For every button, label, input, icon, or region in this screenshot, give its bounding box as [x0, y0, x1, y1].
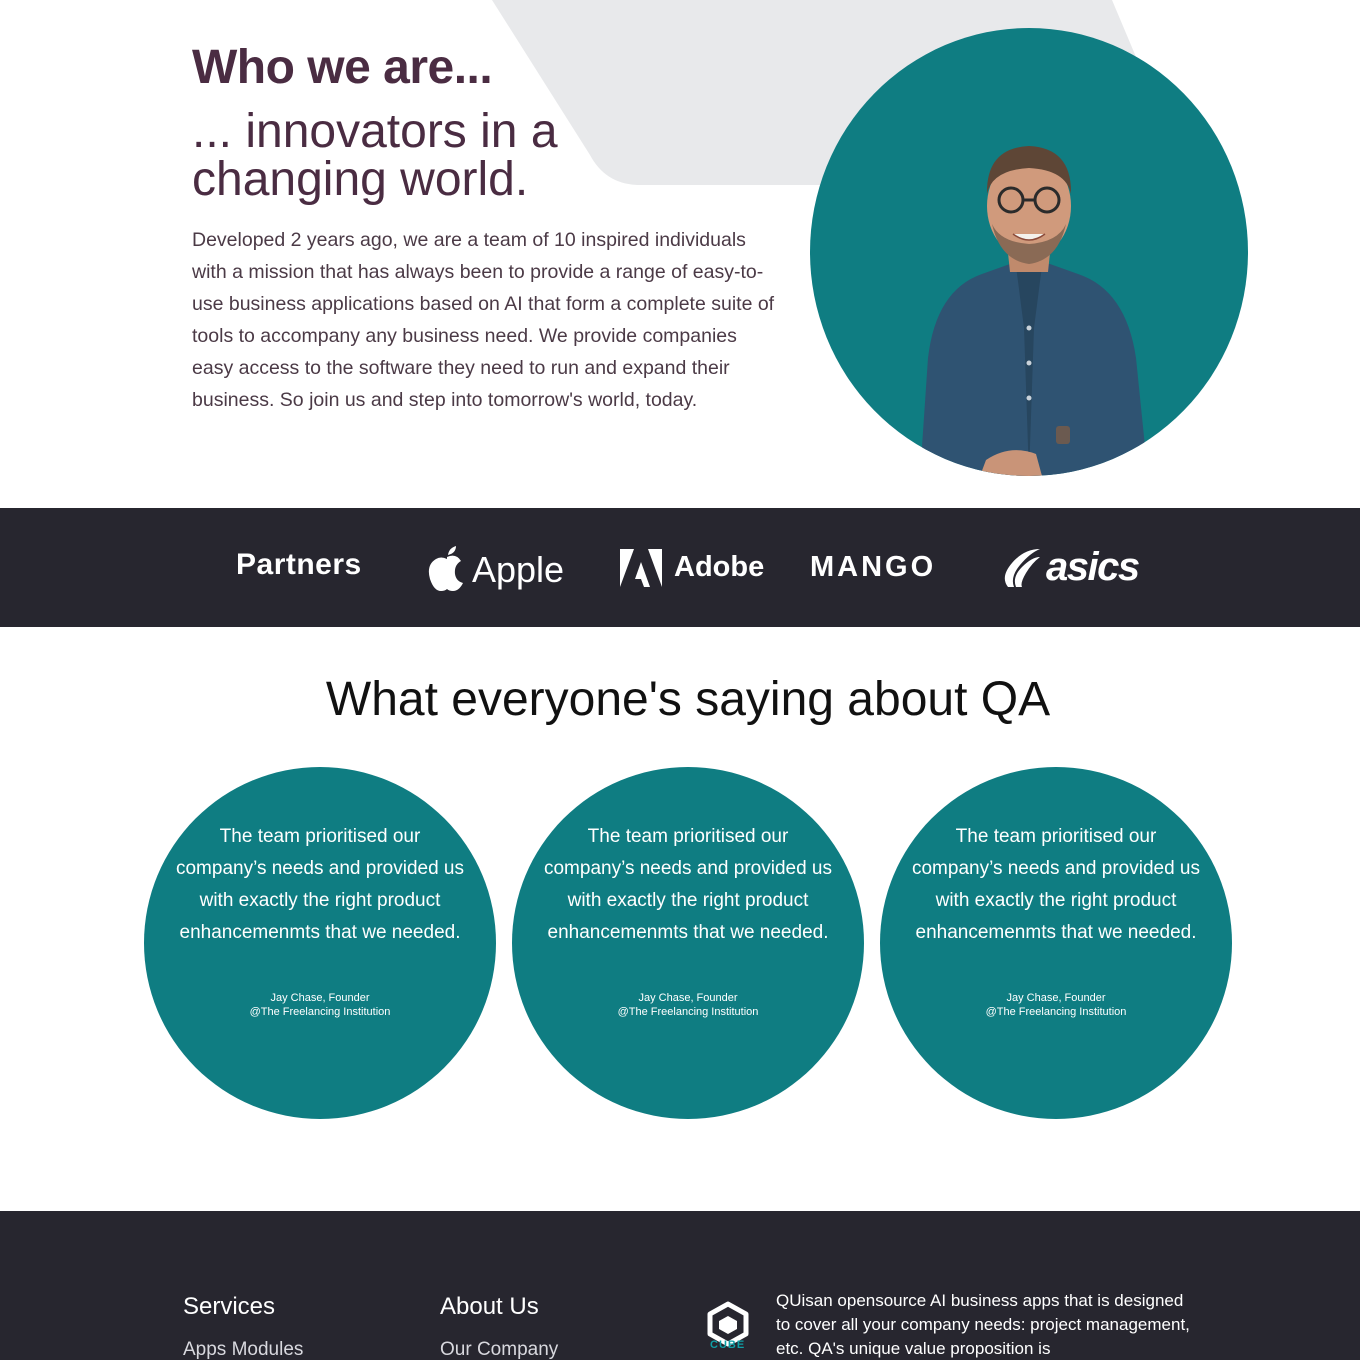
- footer-link-apps-modules[interactable]: Apps Modules: [183, 1339, 303, 1360]
- apple-logo[interactable]: Apple: [428, 508, 564, 627]
- apple-icon: [428, 545, 463, 591]
- asics-logo[interactable]: asics: [1002, 508, 1140, 627]
- testimonial-author: Jay Chase, Founder: [638, 992, 738, 1004]
- testimonials-title: What everyone's saying about QA: [325, 673, 1051, 726]
- hero-subtitle: ... innovators in a changing world.: [192, 105, 558, 206]
- page: Who we are... ... innovators in a changi…: [0, 0, 1360, 1360]
- testimonial-quote: The team prioritised our company’s needs…: [175, 826, 464, 943]
- testimonial-author-block: Jay Chase, Founder @The Freelancing Inst…: [144, 991, 496, 1019]
- hero-title: Who we are...: [192, 41, 493, 94]
- asics-stripe-icon: [1004, 548, 1040, 587]
- footer-about-heading: About Us: [440, 1293, 539, 1320]
- apple-logo-text: Apple: [472, 548, 565, 590]
- testimonial-card: The team prioritised our company’s needs…: [880, 767, 1232, 1119]
- partners-title: Partners: [236, 548, 362, 581]
- footer-description: QUisan opensource AI business apps that …: [776, 1291, 1190, 1358]
- adobe-icon: [620, 548, 662, 587]
- testimonial-company: @The Freelancing Institution: [249, 1006, 391, 1018]
- testimonial-author: Jay Chase, Founder: [270, 992, 370, 1004]
- footer: Services Apps Modules About Us Our Compa…: [0, 1211, 1360, 1360]
- testimonial-quote: The team prioritised our company’s needs…: [911, 826, 1200, 943]
- testimonial-author-block: Jay Chase, Founder @The Freelancing Inst…: [880, 991, 1232, 1019]
- testimonial-card: The team prioritised our company’s needs…: [512, 767, 864, 1119]
- testimonial-author: Jay Chase, Founder: [1006, 992, 1106, 1004]
- adobe-logo[interactable]: Adobe: [620, 508, 764, 627]
- testimonial-company: @The Freelancing Institution: [985, 1006, 1127, 1018]
- footer-link-our-company[interactable]: Our Company: [440, 1339, 558, 1360]
- testimonial-author-block: Jay Chase, Founder @The Freelancing Inst…: [512, 991, 864, 1019]
- hero-section: Who we are... ... innovators in a changi…: [0, 0, 1360, 508]
- partners-bar: Partners Apple Adobe MANGO asics: [0, 508, 1360, 627]
- footer-services-heading: Services: [183, 1293, 276, 1320]
- testimonial-quote: The team prioritised our company’s needs…: [543, 826, 832, 943]
- mango-logo-text: MANGO: [810, 551, 937, 583]
- asics-logo-text: asics: [1046, 545, 1140, 589]
- testimonial-card: The team prioritised our company’s needs…: [144, 767, 496, 1119]
- cube-logo-label: CUBE: [710, 1339, 746, 1351]
- adobe-logo-text: Adobe: [674, 551, 765, 583]
- mango-logo[interactable]: MANGO: [810, 508, 936, 627]
- testimonial-company: @The Freelancing Institution: [617, 1006, 759, 1018]
- founder-photo: [810, 28, 1248, 476]
- hero-body: Developed 2 years ago, we are a team of …: [192, 229, 775, 411]
